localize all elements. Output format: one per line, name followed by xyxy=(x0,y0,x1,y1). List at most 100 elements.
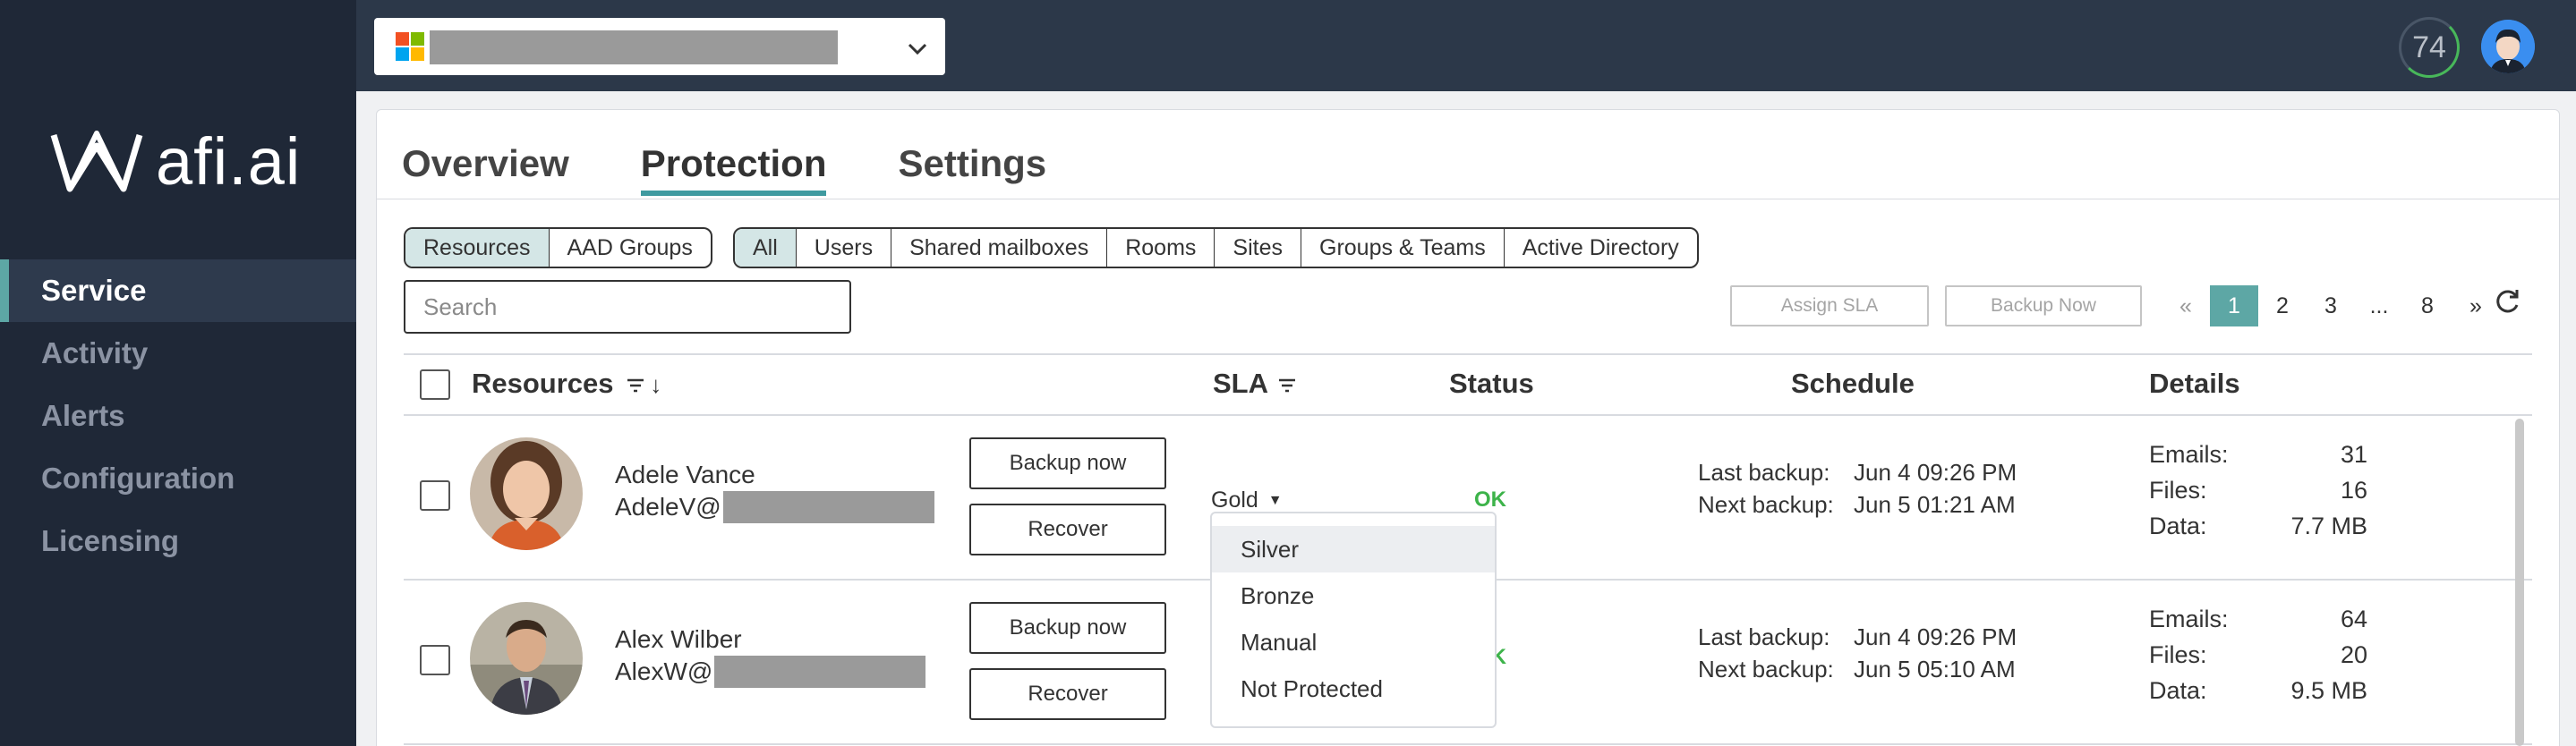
filter-resources[interactable]: Resources xyxy=(405,229,550,267)
redacted-email-domain xyxy=(722,491,934,523)
tab-settings[interactable]: Settings xyxy=(898,142,1046,196)
page-8[interactable]: 8 xyxy=(2403,285,2452,326)
recover-button[interactable]: Recover xyxy=(969,504,1166,555)
sla-option-not-protected[interactable]: Not Protected xyxy=(1212,665,1495,712)
files-label: Files: xyxy=(2149,641,2207,668)
data-size: 7.7 MB xyxy=(2290,513,2367,539)
last-backup-value: Jun 4 09:26 PM xyxy=(1854,623,2017,650)
data-label: Data: xyxy=(2149,513,2207,539)
brand-logo[interactable]: afi.ai xyxy=(50,129,301,195)
sort-descending-icon[interactable]: ↓ xyxy=(650,371,661,398)
sidebar-item-licensing[interactable]: Licensing xyxy=(0,510,356,572)
filter-groups-teams[interactable]: Groups & Teams xyxy=(1301,229,1505,267)
next-backup-label: Next backup: xyxy=(1698,491,1834,518)
header-schedule: Schedule xyxy=(1791,368,1915,399)
next-backup-value: Jun 5 05:10 AM xyxy=(1854,656,2016,682)
user-avatar[interactable] xyxy=(2481,20,2535,73)
top-bar: 74 xyxy=(356,0,2576,91)
tenant-selector[interactable] xyxy=(374,18,945,75)
table-header: Resources ↓ SLA Status Schedule Details xyxy=(404,353,2532,416)
resource-name: Alex Wilber xyxy=(615,625,742,653)
filter-shared-mailboxes[interactable]: Shared mailboxes xyxy=(891,229,1108,267)
emails-count: 31 xyxy=(2340,441,2367,468)
header-status: Status xyxy=(1449,368,1534,399)
sla-select[interactable]: Gold ▼ xyxy=(1211,487,1283,513)
files-count: 20 xyxy=(2340,641,2367,668)
backup-now-button[interactable]: Backup now xyxy=(969,602,1166,654)
resource-email: AlexW@ xyxy=(615,656,926,688)
sidebar-item-activity[interactable]: Activity xyxy=(0,322,356,385)
backup-now-button[interactable]: Backup Now xyxy=(1945,285,2142,326)
sidebar: afi.ai Service Activity Alerts Configura… xyxy=(0,0,356,746)
search-input[interactable] xyxy=(404,280,851,334)
next-backup-label: Next backup: xyxy=(1698,656,1834,682)
emails-label: Emails: xyxy=(2149,441,2229,468)
tab-overview[interactable]: Overview xyxy=(402,142,569,196)
next-backup-value: Jun 5 01:21 AM xyxy=(1854,491,2016,518)
backup-now-button[interactable]: Backup now xyxy=(969,437,1166,489)
chevron-down-icon xyxy=(908,34,927,62)
filter-sites[interactable]: Sites xyxy=(1215,229,1301,267)
refresh-icon[interactable] xyxy=(2493,287,2521,323)
filter-active-directory[interactable]: Active Directory xyxy=(1505,229,1697,267)
page-2[interactable]: 2 xyxy=(2258,285,2307,326)
page-1[interactable]: 1 xyxy=(2210,285,2258,326)
sidebar-nav: Service Activity Alerts Configuration Li… xyxy=(0,259,356,572)
header-details: Details xyxy=(2149,368,2240,399)
sidebar-item-configuration[interactable]: Configuration xyxy=(0,447,356,510)
recover-button[interactable]: Recover xyxy=(969,668,1166,720)
afi-crown-icon xyxy=(50,131,143,192)
redacted-email-domain xyxy=(714,656,926,688)
scope-filter: Resources AAD Groups xyxy=(404,227,712,268)
sla-option-silver[interactable]: Silver xyxy=(1212,526,1495,572)
filter-users[interactable]: Users xyxy=(797,229,892,267)
main-tabs: Overview Protection Settings xyxy=(402,142,1118,196)
page-3[interactable]: 3 xyxy=(2307,285,2355,326)
last-backup-label: Last backup: xyxy=(1698,459,1830,486)
header-sla-label: SLA xyxy=(1213,368,1267,399)
sla-dropdown-menu: Silver Bronze Manual Not Protected xyxy=(1210,512,1497,728)
avatar xyxy=(470,437,583,550)
header-sla: SLA xyxy=(1213,368,1296,400)
header-resources-label: Resources xyxy=(472,368,614,399)
assign-sla-button[interactable]: Assign SLA xyxy=(1730,285,1929,326)
files-label: Files: xyxy=(2149,477,2207,504)
filter-rooms[interactable]: Rooms xyxy=(1107,229,1215,267)
caret-down-icon: ▼ xyxy=(1267,493,1283,509)
email-prefix: AlexW@ xyxy=(615,657,713,685)
status-badge: OK xyxy=(1474,487,1506,512)
sla-option-manual[interactable]: Manual xyxy=(1212,619,1495,665)
filter-icon[interactable] xyxy=(1278,368,1296,399)
data-label: Data: xyxy=(2149,677,2207,704)
avatar xyxy=(470,602,583,715)
page-ellipsis: ... xyxy=(2369,293,2389,318)
emails-label: Emails: xyxy=(2149,606,2229,632)
resource-name: Adele Vance xyxy=(615,461,755,488)
sla-option-bronze[interactable]: Bronze xyxy=(1212,572,1495,619)
table-scrollbar[interactable] xyxy=(2515,419,2524,746)
type-filter: All Users Shared mailboxes Rooms Sites G… xyxy=(733,227,1699,268)
microsoft-logo-icon xyxy=(396,32,424,61)
emails-count: 64 xyxy=(2340,606,2367,632)
pagination: « 1 2 3 ... 8 » xyxy=(2162,285,2500,326)
brand-name: afi.ai xyxy=(156,124,302,199)
redacted-tenant-name xyxy=(430,30,838,64)
page-prev[interactable]: « xyxy=(2162,285,2210,326)
sla-value: Gold xyxy=(1211,487,1258,513)
filter-all[interactable]: All xyxy=(735,229,797,267)
last-backup-label: Last backup: xyxy=(1698,623,1830,650)
filter-aad-groups[interactable]: AAD Groups xyxy=(550,229,711,267)
sidebar-item-alerts[interactable]: Alerts xyxy=(0,385,356,447)
resource-email: AdeleV@ xyxy=(615,491,934,523)
sidebar-item-service[interactable]: Service xyxy=(0,259,356,322)
row-checkbox[interactable] xyxy=(420,480,450,511)
security-score-badge[interactable]: 74 xyxy=(2399,17,2460,78)
select-all-checkbox[interactable] xyxy=(420,369,450,400)
row-checkbox[interactable] xyxy=(420,645,450,675)
header-resources: Resources ↓ xyxy=(472,368,661,400)
tab-protection[interactable]: Protection xyxy=(640,142,827,196)
email-prefix: AdeleV@ xyxy=(615,493,721,521)
data-size: 9.5 MB xyxy=(2290,677,2367,704)
filter-icon[interactable] xyxy=(627,375,650,397)
files-count: 16 xyxy=(2340,477,2367,504)
